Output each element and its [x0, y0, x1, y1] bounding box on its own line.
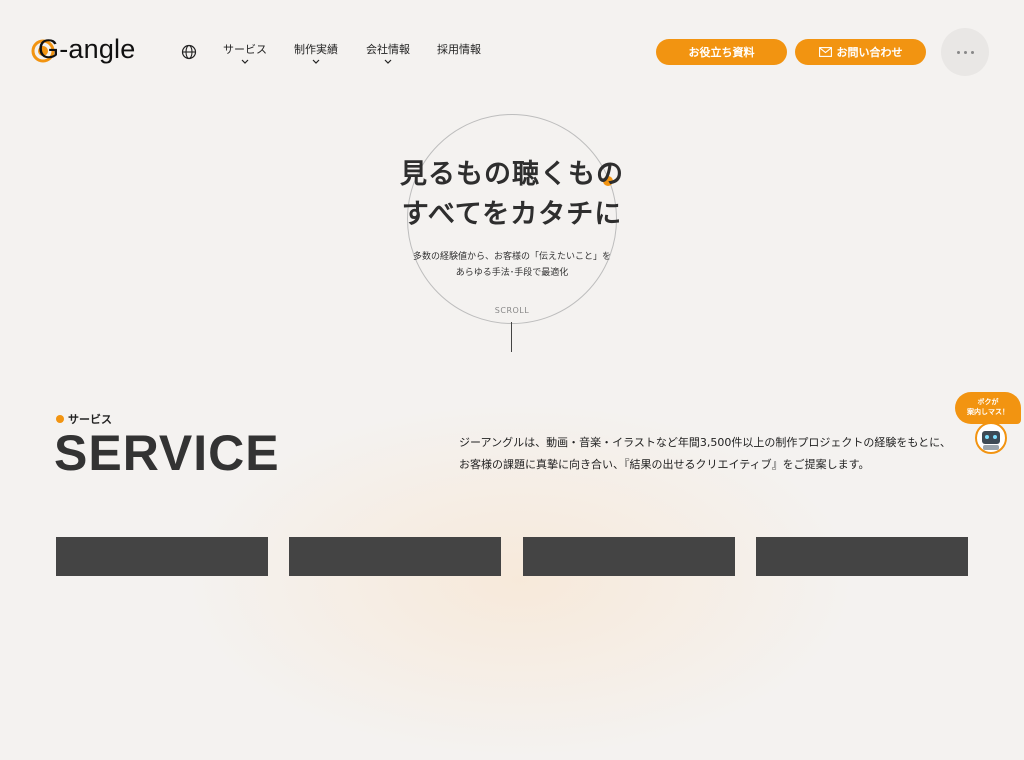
docs-button[interactable]: お役立ち資料 — [656, 39, 787, 65]
docs-button-label: お役立ち資料 — [688, 46, 755, 59]
service-description: ジーアングルは、動画・音楽・イラストなど年間3,500件以上の制作プロジェクトの… — [459, 432, 959, 476]
contact-button[interactable]: お問い合わせ — [795, 39, 926, 65]
service-card[interactable] — [289, 537, 501, 576]
guide-line: ボクが — [977, 398, 999, 406]
menu-button[interactable] — [941, 28, 989, 76]
hero-subtitle-line: あらゆる手法･手段で最適化 — [455, 268, 569, 278]
nav-item-label: 会社情報 — [366, 43, 410, 56]
service-card[interactable] — [523, 537, 735, 576]
hero-title-line: 見るもの聴くもの — [400, 159, 624, 190]
logo-text: G-angle — [38, 34, 136, 64]
mail-icon — [818, 47, 832, 57]
site-logo[interactable]: G-angle — [30, 32, 154, 70]
service-description-line: お客様の課題に真摯に向き合い、『結果の出せるクリエイティブ』をご提案します。 — [459, 458, 870, 471]
contact-button-label: お問い合わせ — [836, 46, 903, 59]
hero-subtitle-line: 多数の経験値から、お客様の「伝えたいこと」を — [412, 252, 611, 262]
hero-title: 見るもの聴くもの すべてをカタチに — [352, 155, 672, 235]
hero-subtitle: 多数の経験値から、お客様の「伝えたいこと」を あらゆる手法･手段で最適化 — [352, 249, 672, 281]
chevron-down-icon — [241, 59, 249, 64]
chevron-down-icon — [312, 59, 320, 64]
nav-item-service[interactable]: サービス — [223, 41, 267, 64]
service-card[interactable] — [56, 537, 268, 576]
guide-line: 案内しマス！ — [967, 408, 1009, 416]
globe-icon[interactable] — [181, 44, 197, 60]
nav-item-recruit[interactable]: 採用情報 — [437, 41, 481, 57]
nav-item-works[interactable]: 制作実績 — [294, 41, 338, 64]
tag-dot-icon — [56, 415, 64, 423]
scroll-label[interactable]: SCROLL — [482, 306, 542, 315]
dot-icon — [963, 50, 967, 54]
nav-item-label: 制作実績 — [294, 43, 338, 56]
scroll-line — [511, 322, 512, 352]
site-header: G-angle サービス 制作実績 会社情報 採用情報 お役立ち資料 お問い合わ… — [0, 0, 1024, 100]
service-card[interactable] — [756, 537, 968, 576]
dot-icon — [970, 50, 974, 54]
hero-title-line: すべてをカタチに — [401, 199, 623, 230]
chevron-down-icon — [384, 59, 392, 64]
nav-item-label: 採用情報 — [437, 43, 481, 56]
service-title: SERVICE — [54, 425, 280, 481]
nav-item-company[interactable]: 会社情報 — [366, 41, 410, 64]
nav-item-label: サービス — [223, 43, 267, 56]
robot-icon — [975, 422, 1007, 454]
guide-robot-widget[interactable]: ボクが 案内しマス！ — [955, 392, 1023, 458]
service-description-line: ジーアングルは、動画・音楽・イラストなど年間3,500件以上の制作プロジェクトの… — [459, 436, 951, 449]
dot-icon — [956, 50, 960, 54]
